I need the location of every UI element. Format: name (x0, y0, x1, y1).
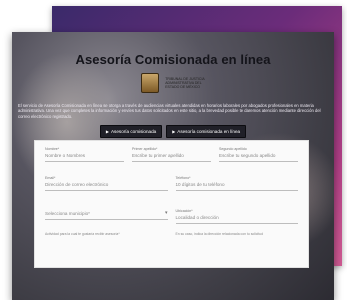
form-row: Selecciona municipio* Ubicación* Localid… (35, 209, 308, 224)
asesoria-en-linea-button[interactable]: ▶ Asesoría comisionada en línea (166, 125, 247, 139)
actividad-field: Actividad para la cual te gustaría recib… (45, 232, 168, 236)
logo-text: TRIBUNAL DE JUSTICIA ADMINISTRATIVA DEL … (165, 77, 205, 89)
email-input[interactable]: Dirección de correo electrónico (45, 182, 168, 191)
form-row: Nombre* Nombre o Nombres Primer apellido… (35, 147, 308, 162)
play-icon: ▶ (105, 129, 109, 135)
form-row: Actividad para la cual te gustaría recib… (35, 232, 308, 236)
asesoria-comisionada-button[interactable]: ▶ Asesoría comisionada (99, 125, 163, 139)
direccion-hint[interactable]: En su caso, indica la dirección relacion… (176, 232, 299, 236)
telefono-field: Teléfono* 10 dígitos de tu teléfono (175, 176, 298, 191)
page-title: Asesoría Comisionada en línea (75, 52, 271, 67)
email-field: Email* Dirección de correo electrónico (45, 176, 168, 191)
ubicacion-input[interactable]: Localidad o dirección (175, 215, 298, 224)
institution-logo: TRIBUNAL DE JUSTICIA ADMINISTRATIVA DEL … (12, 73, 334, 93)
primer-apellido-input[interactable]: Escribe tu primer apellido (132, 153, 211, 162)
hero-buttons: ▶ Asesoría comisionada ▶ Asesoría comisi… (12, 125, 334, 139)
actividad-hint[interactable]: Actividad para la cual te gustaría recib… (45, 232, 168, 236)
intro-text: El servicio de Asesoría Comisionada en l… (18, 103, 321, 119)
segundo-apellido-input[interactable]: Escribe tu segundo apellido (219, 153, 298, 162)
play-icon: ▶ (172, 129, 176, 135)
emblem-icon (141, 73, 160, 93)
nombre-field: Nombre* Nombre o Nombres (45, 147, 124, 162)
primer-apellido-field: Primer apellido* Escribe tu primer apell… (132, 147, 211, 162)
registration-form: Nombre* Nombre o Nombres Primer apellido… (34, 140, 309, 268)
municipio-select[interactable]: Selecciona municipio* (45, 210, 168, 220)
ubicacion-field: Ubicación* Localidad o dirección (175, 209, 298, 224)
municipio-field: Selecciona municipio* (45, 209, 168, 224)
direccion-field: En su caso, indica la dirección relacion… (176, 232, 299, 236)
nombre-input[interactable]: Nombre o Nombres (45, 153, 124, 162)
form-row: Email* Dirección de correo electrónico T… (35, 176, 308, 191)
segundo-apellido-field: Segundo apellido Escribe tu segundo apel… (219, 147, 298, 162)
telefono-input[interactable]: 10 dígitos de tu teléfono (175, 182, 298, 191)
